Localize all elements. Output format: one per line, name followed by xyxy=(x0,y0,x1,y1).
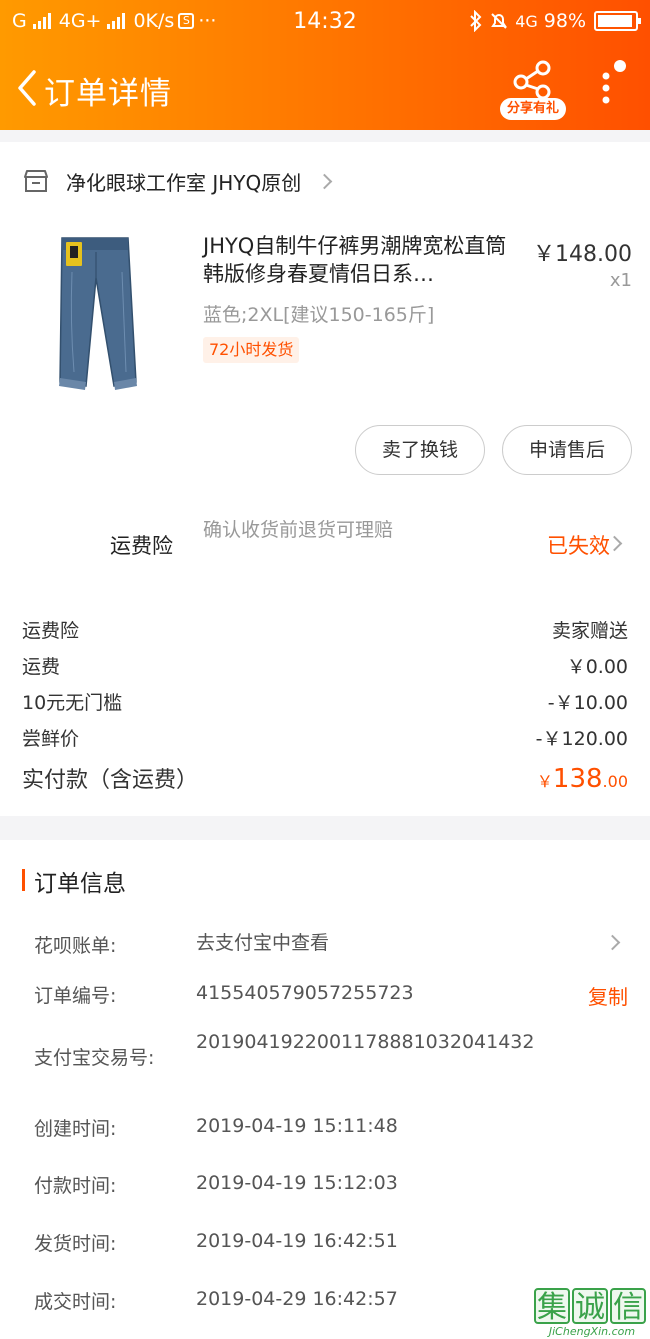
shop-icon xyxy=(24,170,48,192)
fee-value: -￥10.00 xyxy=(547,692,628,714)
fee-label: 运费 xyxy=(22,656,61,678)
info-label: 支付宝交易号: xyxy=(34,1047,155,1069)
info-value: 2019-04-19 15:12:03 xyxy=(196,1172,398,1194)
info-value: 415540579057255723 xyxy=(196,982,414,1004)
watermark-char: 诚 xyxy=(572,1288,608,1325)
sell-button[interactable]: 卖了换钱 xyxy=(355,425,485,475)
insurance-desc: 确认收货前退货可理赔 xyxy=(203,519,394,541)
app-header: G 4G+ 0K/s S ··· 14:32 4G 98% 订单详情 分享有礼 xyxy=(0,0,650,130)
fee-value: -￥120.00 xyxy=(535,728,628,750)
battery-percent: 98% xyxy=(543,10,586,32)
product-image[interactable] xyxy=(42,232,142,392)
status-bar: G 4G+ 0K/s S ··· 14:32 4G 98% xyxy=(0,0,650,44)
total-label: 实付款（含运费） xyxy=(22,768,199,793)
shipping-badge: 72小时发货 xyxy=(203,337,300,363)
insurance-status[interactable]: 已失效 xyxy=(547,530,610,560)
total-value: ￥138.00 xyxy=(537,764,628,794)
info-value[interactable]: 去支付宝中查看 xyxy=(196,931,546,956)
chevron-right-icon xyxy=(316,173,333,189)
watermark-chars: 集 诚 信 xyxy=(534,1288,650,1325)
info-value: 2019-04-29 16:42:57 xyxy=(196,1288,398,1310)
status-right: 4G 98% xyxy=(469,10,641,32)
more-icon[interactable] xyxy=(598,56,632,112)
section-accent xyxy=(22,869,25,891)
fee-label: 运费险 xyxy=(22,620,80,642)
share-button[interactable]: 分享有礼 xyxy=(500,58,566,120)
bluetooth-icon xyxy=(470,10,482,32)
share-label: 分享有礼 xyxy=(500,98,566,120)
fee-value: ￥0.00 xyxy=(566,656,628,678)
insurance-label: 运费险 xyxy=(110,534,173,558)
total-int: 138 xyxy=(552,764,603,794)
share-icon xyxy=(513,60,551,100)
back-icon[interactable] xyxy=(14,68,38,108)
info-value: 2019041922001178881032041432 xyxy=(196,1031,535,1053)
network-right-label: 4G xyxy=(515,11,538,31)
product-sku: 蓝色;2XL[建议150-165斤] xyxy=(203,304,435,326)
info-label: 创建时间: xyxy=(34,1118,117,1140)
info-value: 2019-04-19 16:42:51 xyxy=(196,1230,398,1252)
fee-row: 运费 ￥0.00 xyxy=(22,652,628,679)
battery-icon xyxy=(594,11,641,31)
total-dec: .00 xyxy=(602,772,628,791)
info-label: 订单编号: xyxy=(34,985,117,1007)
fee-label: 10元无门槛 xyxy=(22,692,123,714)
fee-row: 运费险 卖家赠送 xyxy=(22,616,628,643)
info-value: 2019-04-19 15:11:48 xyxy=(196,1115,398,1137)
total-row: 实付款（含运费） ￥138.00 xyxy=(22,762,628,794)
info-label: 发货时间: xyxy=(34,1233,117,1255)
shop-name: 净化眼球工作室 JHYQ原创 xyxy=(66,170,302,195)
after-sale-button[interactable]: 申请售后 xyxy=(502,425,632,475)
product-price: ￥148.00 xyxy=(533,242,632,267)
total-currency: ￥ xyxy=(536,772,553,791)
fee-row: 10元无门槛 -￥10.00 xyxy=(22,688,628,715)
watermark-logo: 集 诚 信 JiChengXin.com xyxy=(534,1288,650,1339)
shop-row[interactable]: 净化眼球工作室 JHYQ原创 xyxy=(22,166,333,196)
nav-bar: 订单详情 分享有礼 xyxy=(0,52,650,124)
fee-row: 尝鲜价 -￥120.00 xyxy=(22,724,628,751)
product-qty: x1 xyxy=(609,270,632,291)
product-title[interactable]: JHYQ自制牛仔裤男潮牌宽松直筒韩版修身春夏情侣日系… xyxy=(203,232,523,288)
fee-value: 卖家赠送 xyxy=(551,620,628,642)
order-info-card xyxy=(0,840,650,1339)
mute-bell-icon xyxy=(491,13,508,29)
copy-button[interactable]: 复制 xyxy=(588,981,628,1010)
watermark-char: 集 xyxy=(534,1288,570,1325)
section-title: 订单信息 xyxy=(34,871,126,897)
watermark-sub: JiChengXin.com xyxy=(548,1325,636,1338)
watermark-char: 信 xyxy=(610,1288,646,1325)
info-label: 成交时间: xyxy=(34,1291,117,1313)
page-title: 订单详情 xyxy=(44,76,172,112)
fee-label: 尝鲜价 xyxy=(22,728,80,750)
info-label: 花呗账单: xyxy=(34,935,117,957)
info-label: 付款时间: xyxy=(34,1175,117,1197)
